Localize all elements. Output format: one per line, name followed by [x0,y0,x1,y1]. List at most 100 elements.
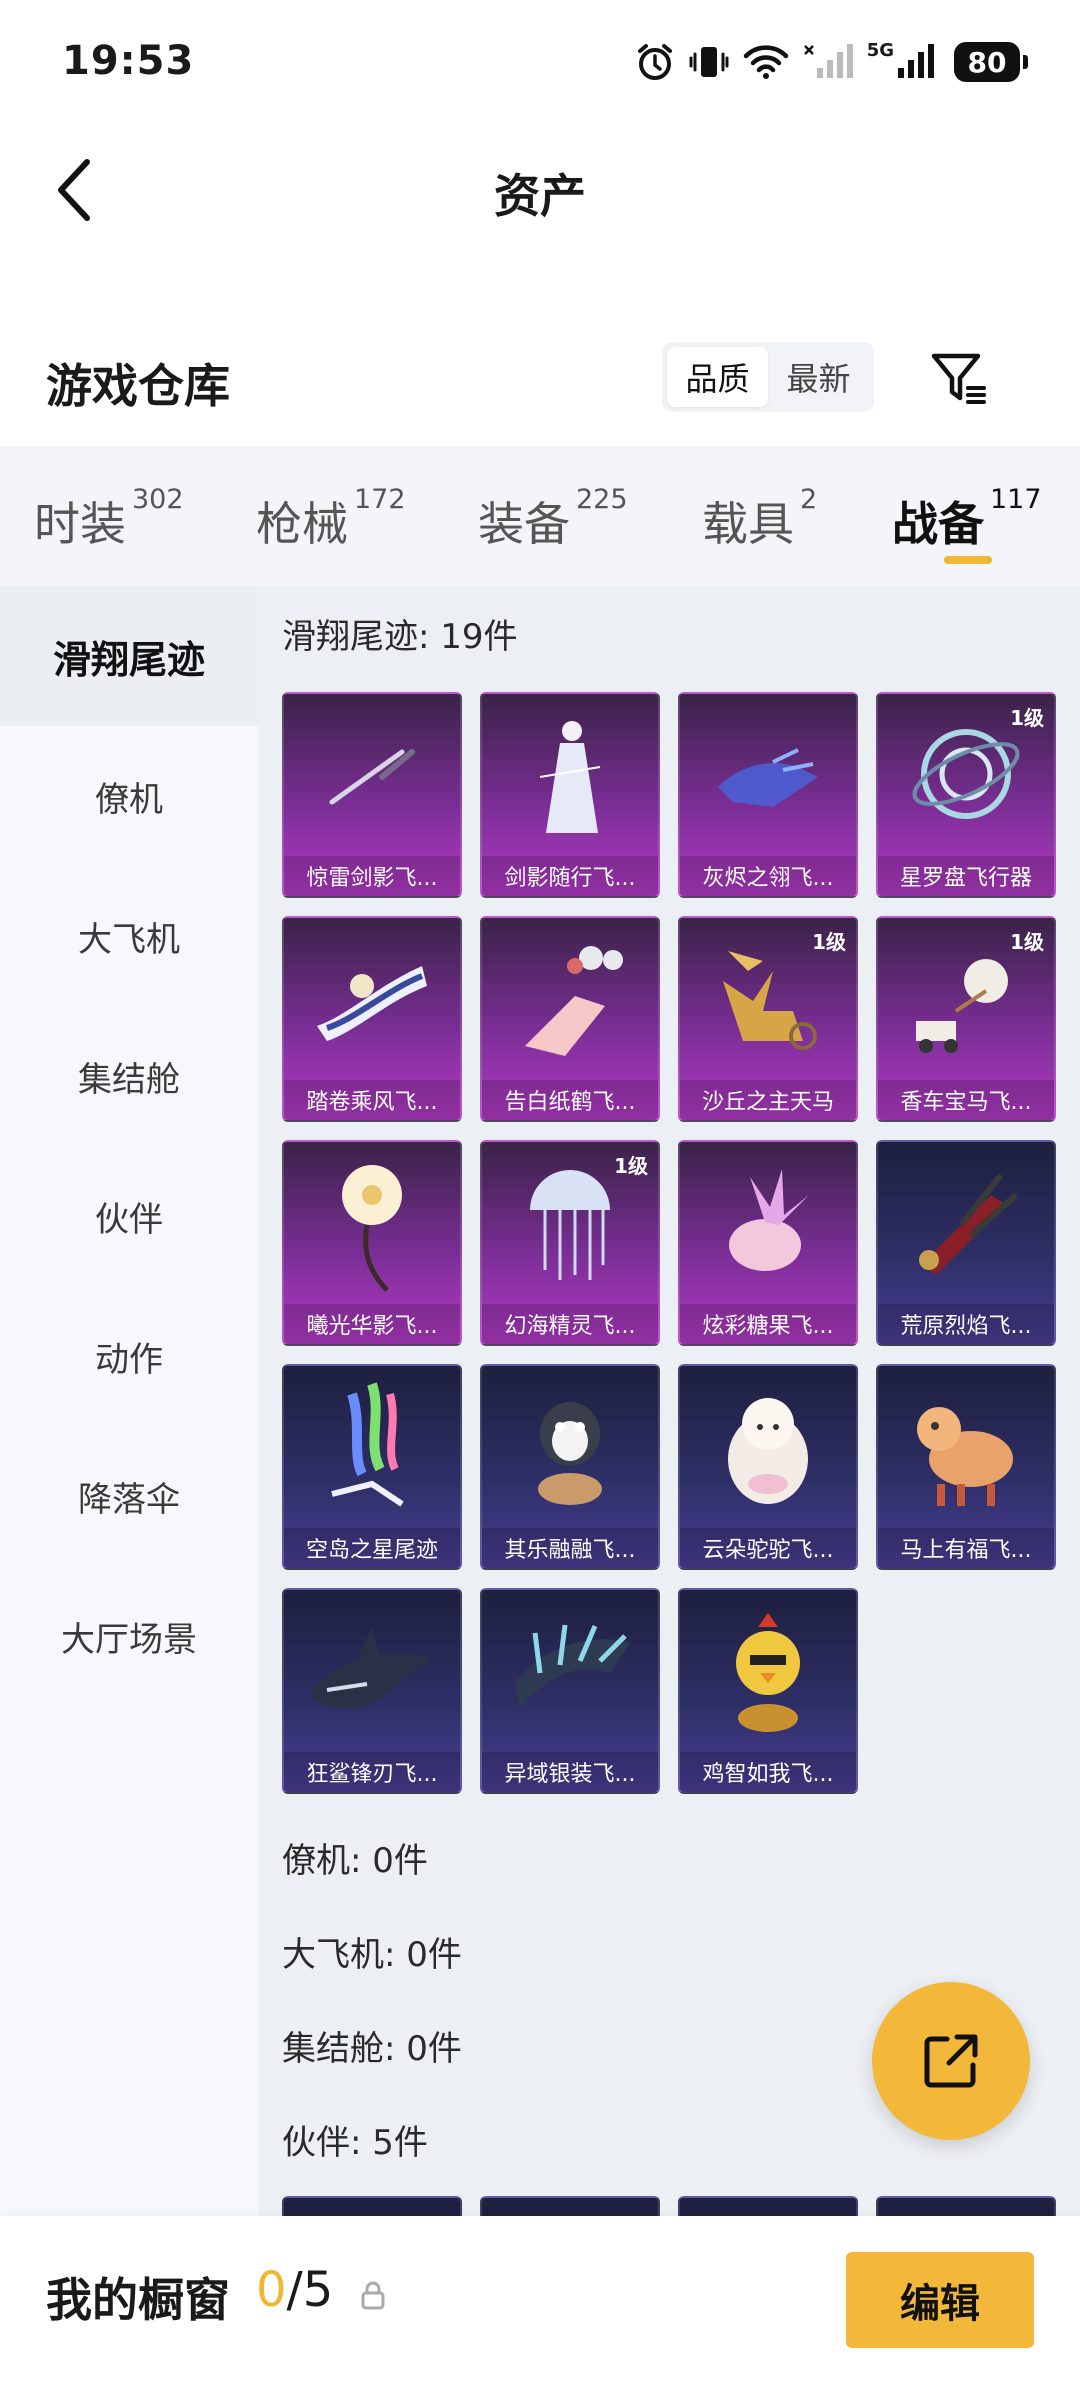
sidebar-item-glide-trail[interactable]: 滑翔尾迹 [0,586,258,726]
showcase-label: 我的橱窗 [46,2273,230,2327]
glide-item-card[interactable]: 空岛之星尾迹 [282,1364,462,1570]
glide-item-card[interactable]: 1级 幻海精灵飞... [480,1140,660,1346]
glide-item-card[interactable]: 惊雷剑影飞... [282,692,462,898]
glide-item-card[interactable]: 灰烬之翎飞... [678,692,858,898]
item-name: 灰烬之翎飞... [680,856,856,896]
partner-grid [258,2196,1080,2216]
tab-label: 枪械 [256,497,348,551]
tab-count: 2 [800,484,818,515]
glove-icon [680,694,856,860]
shark-icon [284,1590,460,1756]
item-name: 狂鲨锋刃飞... [284,1752,460,1792]
glide-item-card[interactable]: 鸡智如我飞... [678,1588,858,1794]
item-name: 空岛之星尾迹 [284,1528,460,1568]
glide-item-card[interactable]: 马上有福飞... [876,1364,1056,1570]
glide-item-card[interactable]: 1级星罗盘飞行器 [876,692,1056,898]
crane-icon [482,918,658,1084]
item-name: 荒原烈焰飞... [878,1304,1054,1344]
glide-item-card[interactable]: 踏卷乘风飞... [282,916,462,1122]
sort-quality-button[interactable]: 品质 [667,347,768,407]
alpaca-icon [680,1366,856,1532]
sidebar-item-parachute[interactable]: 降落伞 [0,1426,258,1566]
bottom-bar: 我的橱窗 0/5 编辑 [0,2216,1080,2382]
lock-icon [361,2281,385,2310]
item-name: 告白纸鹤飞... [482,1080,658,1120]
glide-item-card[interactable]: 狂鲨锋刃飞... [282,1588,462,1794]
section-title-big-plane: 大飞机: 0件 [282,1935,462,1975]
item-name: 剑影随行飞... [482,856,658,896]
section-title-glide: 滑翔尾迹: 19件 [282,617,518,657]
vibrate-icon [689,42,729,82]
network-type: 5G [866,39,894,61]
item-level-badge: 1级 [1010,930,1044,954]
sidebar-item-partner[interactable]: 伙伴 [0,1146,258,1286]
edit-button[interactable]: 编辑 [846,2252,1034,2348]
item-name: 其乐融融飞... [482,1528,658,1568]
signal-icon [894,42,940,82]
glide-item-card[interactable]: 1级香车宝马飞... [876,916,1056,1122]
tab-count: 302 [132,484,184,515]
tab-battle-gear[interactable]: 战备 117 [892,484,1042,554]
content-panel[interactable]: 滑翔尾迹: 19件 惊雷剑影飞... 剑影随行飞... 灰烬之翎飞... 1级 星罗盘飞… [258,586,1080,2216]
item-name: 异域银装飞... [482,1752,658,1792]
item-name: 炫彩糖果飞... [680,1304,856,1344]
item-name: 星罗盘飞行器 [878,856,1054,896]
glide-item-card[interactable]: 曦光华影飞... [282,1140,462,1346]
sidebar-item-wingman[interactable]: 僚机 [0,726,258,866]
chicken-icon [680,1590,856,1756]
glide-grid: 惊雷剑影飞... 剑影随行飞... 灰烬之翎飞... 1级 星罗盘飞行器 踏卷乘风飞...… [258,692,1080,1794]
tab-label: 时装 [34,497,126,551]
glide-item-card[interactable]: 告白纸鹤飞... [480,916,660,1122]
item-name: 香车宝马飞... [878,1080,1054,1120]
glide-item-card[interactable]: 荒原烈焰飞... [876,1140,1056,1346]
sidebar-item-big-plane[interactable]: 大飞机 [0,866,258,1006]
warehouse-title: 游戏仓库 [46,359,230,413]
item-name: 马上有福飞... [878,1528,1054,1568]
page-title: 资产 [494,169,586,223]
signal-off-icon [803,42,853,82]
tab-count: 225 [576,484,628,515]
tab-count: 117 [990,484,1042,515]
status-bar: 19:53 5G 80 [0,0,1080,120]
item-name: 鸡智如我飞... [680,1752,856,1792]
partner-card[interactable] [282,2196,462,2216]
glide-item-card[interactable]: 异域银装飞... [480,1588,660,1794]
tab-vehicles[interactable]: 载具 2 [702,484,817,554]
item-name: 踏卷乘风飞... [284,1080,460,1120]
glide-item-card[interactable]: 炫彩糖果飞... [678,1140,858,1346]
sidebar-item-action[interactable]: 动作 [0,1286,258,1426]
partner-card[interactable] [678,2196,858,2216]
sidebar-item-lobby-scene[interactable]: 大厅场景 [0,1566,258,1706]
partner-card[interactable] [480,2196,660,2216]
battery-icon: 80 [954,42,1028,82]
item-name: 曦光华影飞... [284,1304,460,1344]
tab-label: 载具 [702,497,794,551]
glide-item-card[interactable]: 云朵驼驼飞... [678,1364,858,1570]
item-level-badge: 1级 [1010,706,1044,730]
scroll-icon [284,918,460,1084]
status-icons: 5G 80 [635,38,1028,86]
glide-item-card[interactable]: 剑影随行飞... [480,692,660,898]
wing-icon [482,1590,658,1756]
category-tabs: 时装 302 枪械 172 装备 225 载具 2 战备 117 [0,446,1080,586]
glide-item-card[interactable]: 其乐融融飞... [480,1364,660,1570]
tab-label: 装备 [478,497,570,551]
sort-toggle: 品质 最新 [662,342,874,412]
tab-equipment[interactable]: 装备 225 [478,484,628,554]
sidebar: 滑翔尾迹 僚机 大飞机 集结舱 伙伴 动作 降落伞 大厅场景 [0,586,258,2216]
tab-guns[interactable]: 枪械 172 [256,484,406,554]
item-name: 幻海精灵飞... [482,1304,658,1344]
alarm-icon [635,42,675,82]
filter-button[interactable] [924,344,992,412]
share-button[interactable] [872,1982,1030,2140]
wifi-icon [743,42,789,82]
sidebar-item-rally-pod[interactable]: 集结舱 [0,1006,258,1146]
item-level-badge: 1级 [812,930,846,954]
tab-fashion[interactable]: 时装 302 [34,484,184,554]
external-link-icon [924,2034,978,2088]
partner-card[interactable] [876,2196,1056,2216]
glide-item-card[interactable]: 1级 沙丘之主天马 [678,916,858,1122]
blade-icon [878,1142,1054,1308]
figure-icon [482,694,658,860]
sort-newest-button[interactable]: 最新 [768,347,869,407]
